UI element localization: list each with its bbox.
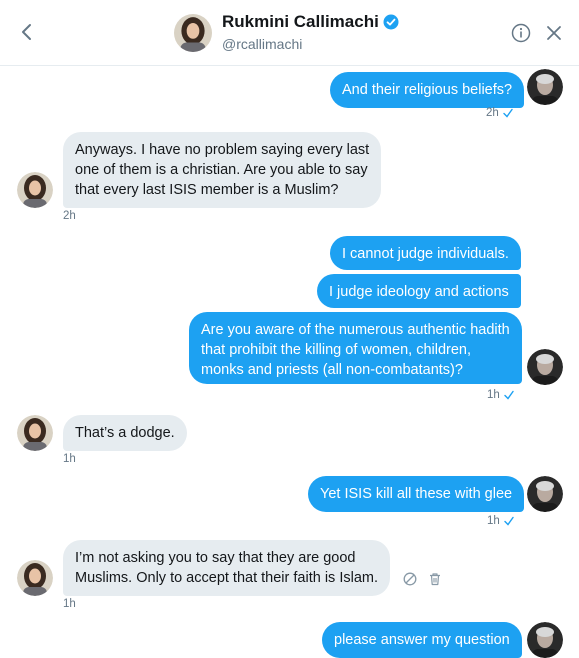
contact-name: Rukmini Callimachi [222, 12, 399, 32]
message-text: And their religious beliefs? [342, 82, 513, 98]
report-icon [403, 572, 417, 586]
message-line: Muslims. Only to accept that their faith… [75, 570, 378, 586]
message-line: monks and priests (all non-combatants)? [201, 362, 463, 378]
avatar[interactable] [527, 349, 563, 385]
message-thread[interactable]: And their religious beliefs? 2h Anyways.… [0, 67, 579, 658]
message-timestamp: 1h [63, 598, 76, 610]
avatar[interactable] [17, 415, 53, 451]
verified-badge-icon [383, 14, 399, 30]
avatar[interactable] [527, 69, 563, 105]
message-bubble-sent[interactable]: Are you aware of the numerous authentic … [189, 312, 522, 384]
avatar[interactable] [17, 560, 53, 596]
contact-name-text: Rukmini Callimachi [222, 12, 379, 31]
message-text: please answer my question [334, 632, 510, 648]
avatar[interactable] [17, 172, 53, 208]
message-line: I’m not asking you to say that they are … [75, 550, 356, 566]
info-icon [511, 23, 531, 43]
conversation-header: Rukmini Callimachi @rcallimachi [0, 0, 579, 66]
message-text: Yet ISIS kill all these with glee [320, 486, 513, 502]
close-icon [547, 26, 561, 40]
report-button[interactable] [403, 572, 417, 586]
contact-handle: @rcallimachi [222, 36, 303, 52]
message-bubble-sent[interactable]: please answer my question [322, 622, 522, 658]
avatar[interactable] [527, 622, 563, 658]
back-button[interactable] [14, 18, 38, 46]
avatar[interactable] [527, 476, 563, 512]
message-bubble-sent[interactable]: I judge ideology and actions [317, 274, 521, 308]
message-line: Are you aware of the numerous authentic … [201, 322, 510, 338]
message-timestamp: 1h [63, 453, 76, 465]
message-bubble-sent[interactable]: I cannot judge individuals. [330, 236, 521, 270]
close-button[interactable] [545, 24, 563, 42]
delete-button[interactable] [428, 572, 442, 586]
message-line: one of them is a christian. Are you able… [75, 162, 368, 178]
message-bubble-received[interactable]: That’s a dodge. [63, 415, 187, 451]
message-bubble-received[interactable]: I’m not asking you to say that they are … [63, 540, 390, 596]
message-timestamp: 1h [487, 389, 514, 401]
trash-icon [430, 573, 440, 586]
message-bubble-sent[interactable]: Yet ISIS kill all these with glee [308, 476, 525, 512]
message-text: I judge ideology and actions [329, 284, 509, 300]
back-chevron-icon [22, 24, 31, 40]
message-text: That’s a dodge. [75, 425, 175, 441]
read-check-icon [504, 390, 514, 400]
read-check-icon [503, 108, 513, 118]
message-timestamp: 2h [63, 210, 76, 222]
message-line: that every last ISIS member is a Muslim? [75, 182, 339, 198]
message-bubble-received[interactable]: Anyways. I have no problem saying every … [63, 132, 382, 208]
info-button[interactable] [511, 23, 531, 43]
message-bubble-sent[interactable]: And their religious beliefs? [330, 72, 525, 108]
message-text: I cannot judge individuals. [342, 246, 509, 262]
message-line: that prohibit the killing of women, chil… [201, 342, 472, 358]
read-check-icon [504, 516, 514, 526]
message-line: Anyways. I have no problem saying every … [75, 142, 370, 158]
header-avatar[interactable] [174, 14, 212, 52]
message-timestamp: 1h [487, 515, 514, 527]
message-timestamp: 2h [486, 107, 513, 119]
